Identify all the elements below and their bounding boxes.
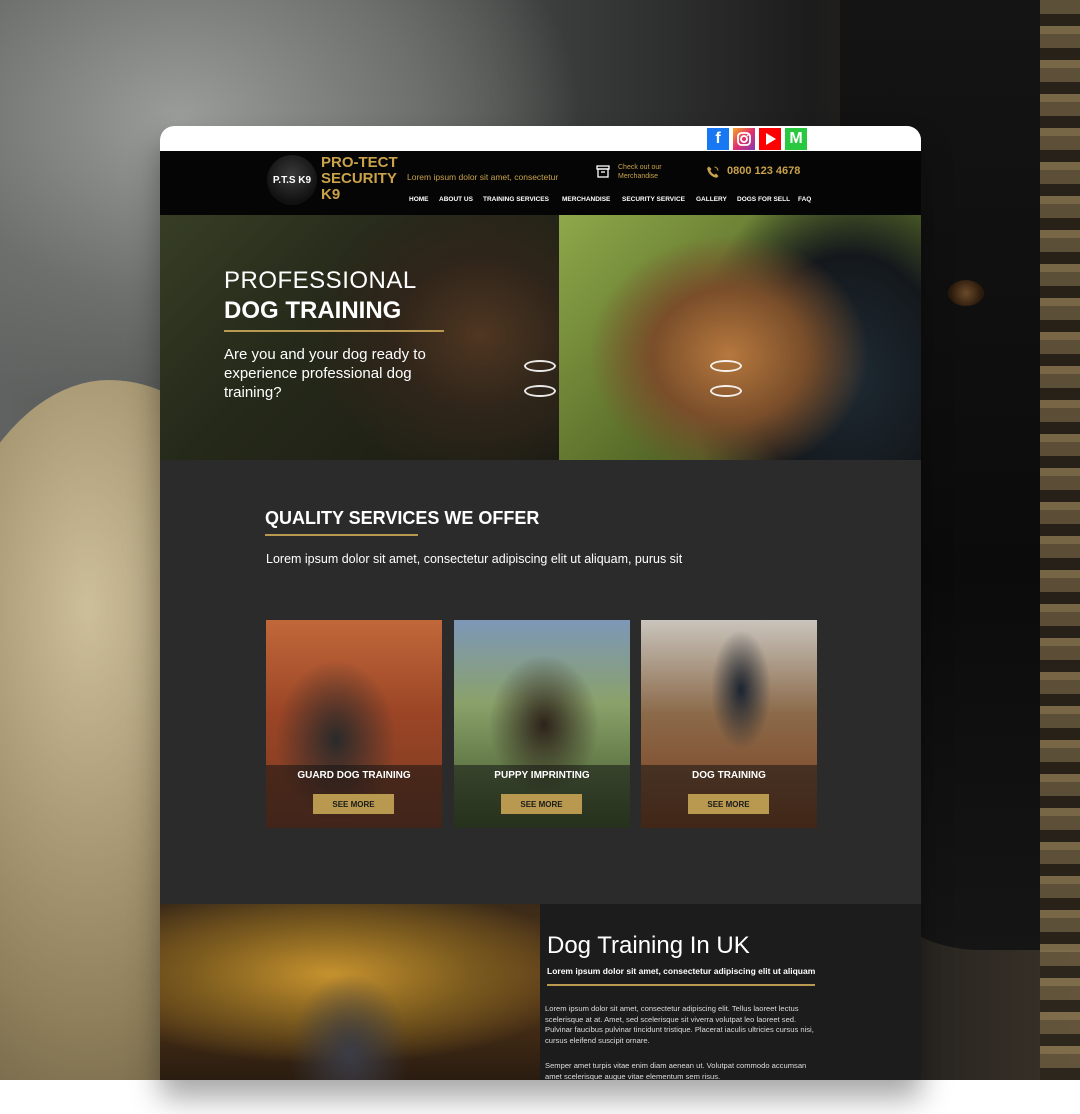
gmail-icon[interactable]: M — [785, 128, 807, 150]
service-card-label: DOG TRAINING — [692, 770, 766, 781]
hero-image-right — [559, 215, 921, 460]
see-more-button[interactable]: SEE MORE — [313, 794, 394, 814]
hero-divider — [224, 330, 444, 332]
youtube-icon[interactable] — [759, 128, 781, 150]
background-dog-eye — [948, 280, 984, 306]
phone-number[interactable]: 0800 123 4678 — [727, 165, 800, 177]
see-more-button[interactable]: SEE MORE — [501, 794, 582, 814]
services-heading: QUALITY SERVICES WE OFFER — [265, 508, 540, 528]
logo-text: P.T.S K9 — [272, 174, 312, 186]
nav-merchandise[interactable]: MERCHANDISE — [562, 196, 610, 203]
nav-faq[interactable]: FAQ — [798, 196, 811, 203]
nav-training-services[interactable]: TRAINING SERVICES — [483, 196, 549, 203]
service-card-puppy-imprinting[interactable]: PUPPY IMPRINTING SEE MORE — [454, 620, 630, 828]
see-more-button[interactable]: SEE MORE — [688, 794, 769, 814]
website-mockup: f M P.T.S K9 PRO-TECT SECURITY K9 Lorem … — [160, 126, 921, 1080]
hero-section: PROFESSIONAL DOG TRAINING Are you and yo… — [160, 215, 921, 460]
nav-security-service[interactable]: SECURITY SERVICE — [622, 196, 685, 203]
nav-gallery[interactable]: GALLERY — [696, 196, 727, 203]
merchandise-link[interactable]: Check out our Merchandise — [618, 163, 698, 181]
service-card-dog-training[interactable]: DOG TRAINING SEE MORE — [641, 620, 817, 828]
nav-home[interactable]: HOME — [409, 196, 429, 203]
brand-line: PRO-TECT — [321, 154, 398, 171]
about-paragraph: Lorem ipsum dolor sit amet, consectetur … — [545, 1004, 814, 1045]
instagram-icon[interactable] — [733, 128, 755, 150]
nav-dogs-for-sell[interactable]: DOGS FOR SELL — [737, 196, 790, 203]
hero-subtitle: Are you and your dog ready to experience… — [224, 346, 426, 401]
nav-about-us[interactable]: ABOUT US — [439, 196, 473, 203]
about-image — [160, 904, 540, 1080]
hero-image-left — [160, 215, 560, 460]
services-divider — [265, 534, 418, 536]
service-card-guard-dog[interactable]: GUARD DOG TRAINING SEE MORE — [266, 620, 442, 828]
background-bark — [1040, 0, 1080, 1080]
hero-title-line1: PROFESSIONAL — [224, 267, 417, 294]
phone-icon — [707, 166, 719, 178]
about-section: Dog Training In UK Lorem ipsum dolor sit… — [160, 904, 921, 1080]
facebook-icon[interactable]: f — [707, 128, 729, 150]
box-icon[interactable] — [596, 164, 610, 178]
slider-arrow-icon[interactable] — [710, 385, 742, 397]
about-paragraph: Semper amet turpis vitae enim diam aenea… — [545, 1061, 807, 1080]
hero-title-line2: DOG TRAINING — [224, 297, 402, 324]
slider-arrow-icon[interactable] — [710, 360, 742, 372]
brand-line: SECURITY — [321, 170, 397, 187]
about-subtitle: Lorem ipsum dolor sit amet, consectetur … — [547, 966, 816, 976]
header-tagline: Lorem ipsum dolor sit amet, consectetur — [407, 172, 559, 182]
site-header: P.T.S K9 PRO-TECT SECURITY K9 Lorem ipsu… — [160, 151, 921, 215]
social-bar: f M — [160, 126, 921, 151]
main-nav: HOME ABOUT US TRAINING SERVICES MERCHAND… — [160, 196, 921, 208]
service-card-label: PUPPY IMPRINTING — [494, 770, 590, 781]
about-heading: Dog Training In UK — [547, 932, 750, 959]
slider-arrow-icon[interactable] — [524, 385, 556, 397]
services-subtitle: Lorem ipsum dolor sit amet, consectetur … — [266, 552, 683, 566]
about-divider — [547, 984, 815, 986]
slider-arrow-icon[interactable] — [524, 360, 556, 372]
service-card-label: GUARD DOG TRAINING — [297, 770, 411, 781]
